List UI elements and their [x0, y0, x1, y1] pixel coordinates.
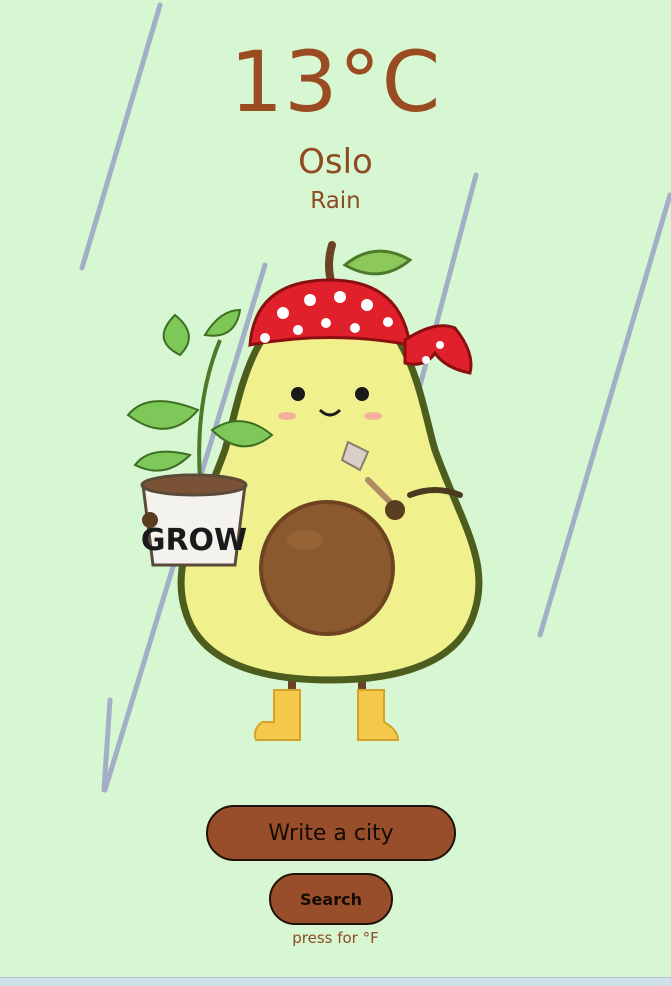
plant-leaf — [133, 450, 192, 472]
plant-leaf — [126, 400, 200, 430]
search-button[interactable]: Search — [269, 873, 393, 925]
avocado-pit — [259, 500, 395, 636]
cheek — [364, 412, 382, 420]
rain-streak — [537, 192, 671, 638]
smile — [318, 408, 342, 417]
red-bandana — [248, 278, 412, 347]
city-search-input[interactable] — [206, 805, 456, 861]
rain-streak — [101, 697, 113, 793]
plant-pot — [141, 483, 247, 567]
window-bottom-edge — [0, 977, 671, 986]
plant-leaf — [162, 313, 190, 357]
rain-streak — [392, 172, 479, 483]
pot-label: GROW — [141, 523, 247, 558]
avocado-body — [177, 296, 483, 684]
avocado-stem — [325, 241, 336, 289]
stem-leaf — [342, 249, 413, 276]
city-name: Oslo — [298, 142, 373, 182]
eye — [355, 387, 369, 401]
avocado-character: GROW — [126, 241, 483, 741]
plant-leaf — [210, 420, 274, 448]
trowel — [340, 440, 370, 472]
plant-leaf — [203, 308, 242, 337]
fahrenheit-toggle-link[interactable]: press for °F — [0, 928, 671, 948]
temperature-readout: 13°C — [229, 33, 442, 131]
yellow-boot — [357, 689, 400, 741]
bandana-knot — [403, 324, 473, 375]
avocado-hand — [142, 512, 158, 528]
yellow-boot — [253, 689, 301, 741]
rain-streak — [102, 262, 268, 793]
eye — [291, 387, 305, 401]
avocado-hand — [385, 500, 405, 520]
avocado-leg — [358, 660, 366, 700]
weather-description: Rain — [310, 188, 361, 214]
avocado-leg — [288, 660, 296, 700]
weather-app: GROW 13°C Oslo Rain Search press for °F — [0, 0, 671, 986]
cheek — [278, 412, 296, 420]
